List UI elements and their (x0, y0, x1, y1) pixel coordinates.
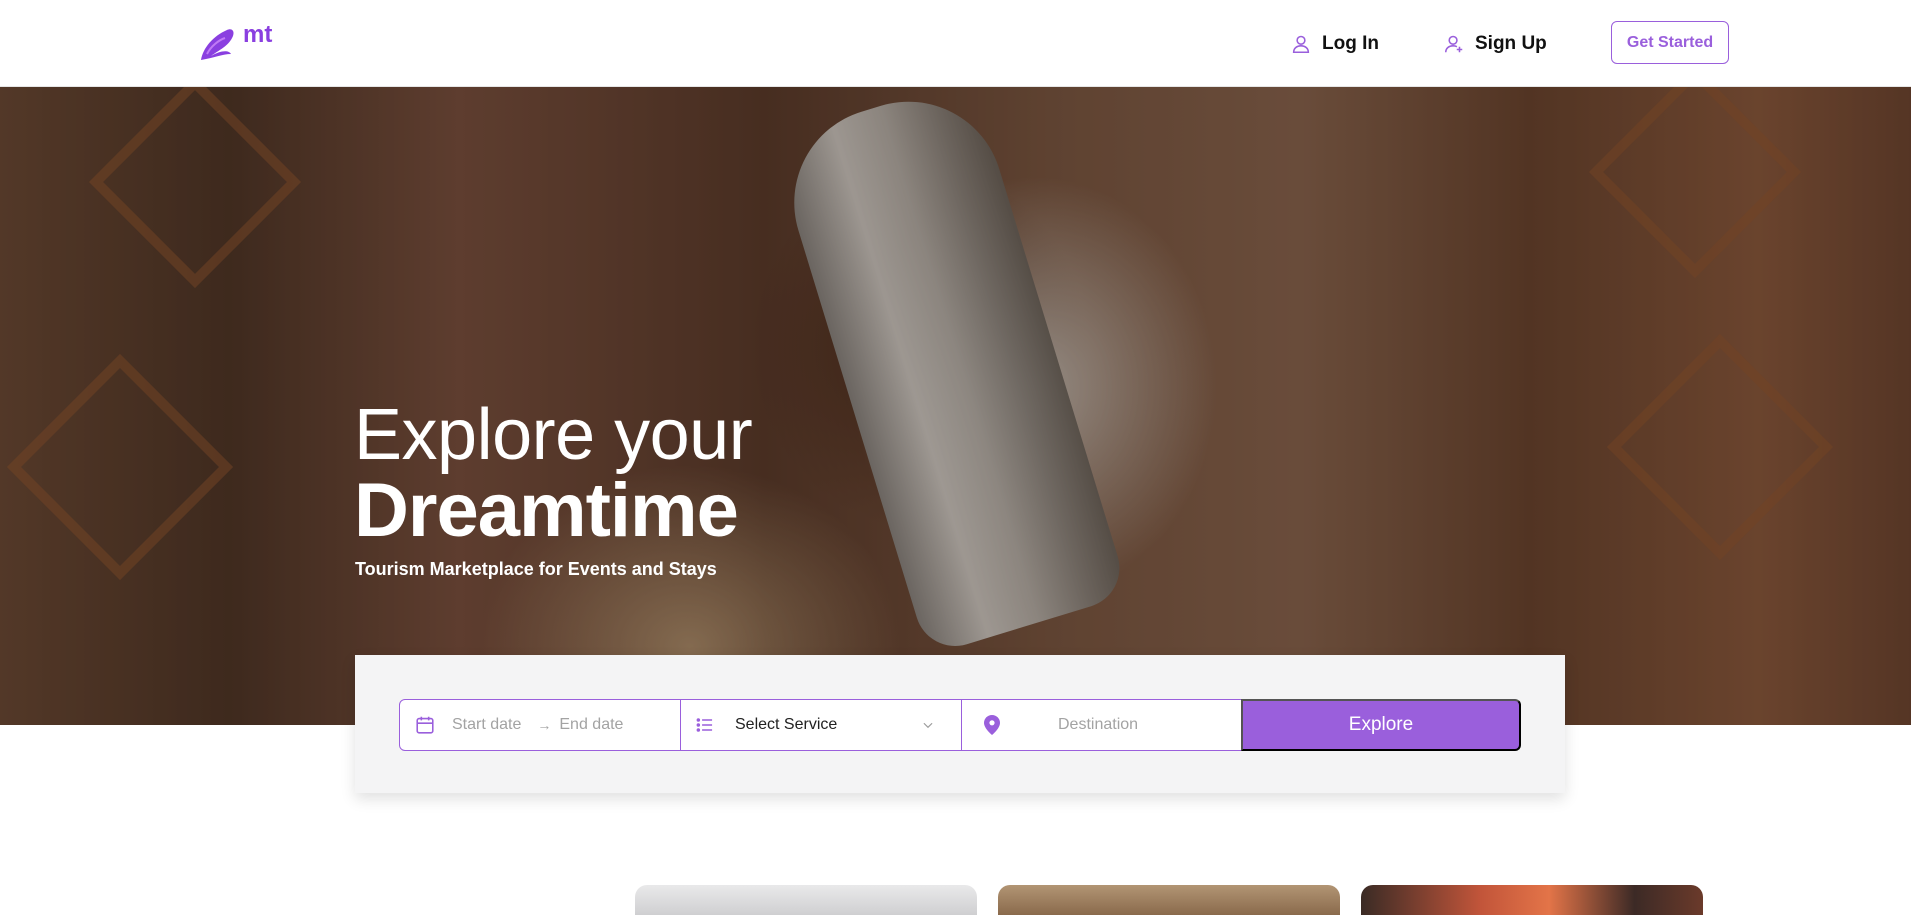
listing-card[interactable] (635, 885, 977, 915)
end-date-input[interactable]: End date (559, 716, 623, 734)
calendar-icon (414, 714, 436, 736)
service-select[interactable]: Select Service (680, 699, 962, 751)
chevron-down-icon (921, 718, 935, 732)
hero-title-line1: Explore your (354, 395, 753, 475)
start-date-input[interactable]: Start date (452, 716, 521, 734)
login-link[interactable]: Log In (1290, 30, 1379, 58)
svg-text:mt: mt (243, 21, 272, 48)
top-navbar: mt Log In Sign Up Get Started (0, 0, 1911, 87)
login-label: Log In (1322, 33, 1379, 54)
search-panel: Start date → End date Select Service Des… (355, 655, 1565, 793)
logo[interactable]: mt (195, 20, 290, 66)
hero-banner: Explore your Dreamtime Tourism Marketpla… (0, 87, 1911, 725)
listing-card[interactable] (998, 885, 1340, 915)
hero-overlay (0, 87, 1911, 725)
destination-input[interactable]: Destination (1058, 716, 1138, 734)
signup-label: Sign Up (1475, 33, 1547, 54)
user-icon (1292, 35, 1310, 54)
listing-card[interactable] (1361, 885, 1703, 915)
date-separator-arrow: → (537, 717, 552, 733)
get-started-button[interactable]: Get Started (1611, 21, 1729, 64)
date-range-picker[interactable]: Start date → End date (399, 699, 681, 751)
hero-subtitle: Tourism Marketplace for Events and Stays (355, 559, 717, 579)
signup-link[interactable]: Sign Up (1443, 30, 1547, 58)
service-select-value: Select Service (735, 716, 838, 733)
logo-mark-icon: mt (201, 21, 272, 60)
explore-button[interactable]: Explore (1241, 699, 1521, 751)
hero-title-line2: Dreamtime (354, 468, 739, 553)
destination-field[interactable]: Destination (961, 699, 1243, 751)
list-icon (695, 715, 715, 735)
user-plus-icon (1444, 35, 1463, 53)
map-pin-icon (984, 715, 1000, 735)
